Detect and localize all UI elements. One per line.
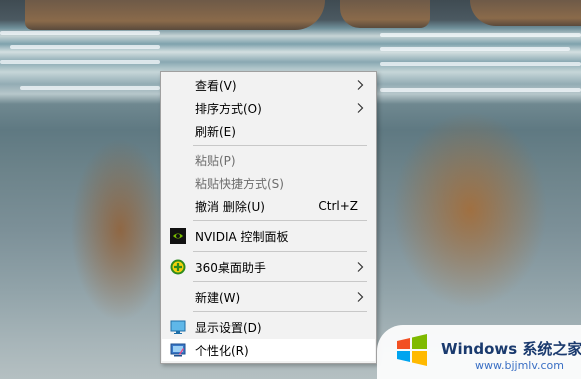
wallpaper-rock xyxy=(25,0,325,30)
wallpaper-rock xyxy=(340,0,430,28)
menu-separator xyxy=(193,311,367,312)
personalize-icon xyxy=(170,343,186,357)
360-icon xyxy=(170,259,186,275)
wallpaper-wave xyxy=(380,88,581,92)
watermark-badge: Windows 系统之家 www.bjjmlv.com xyxy=(377,325,581,379)
menu-item-paste-shortcut[interactable]: 粘贴快捷方式(S) xyxy=(162,172,375,194)
windows-logo-icon xyxy=(397,334,427,366)
menu-item-label: 新建(W) xyxy=(195,290,241,305)
chevron-right-icon xyxy=(357,262,364,272)
wallpaper-wave xyxy=(20,86,160,90)
menu-separator xyxy=(193,220,367,221)
menu-item-label: 撤消 删除(U) xyxy=(195,199,265,214)
menu-item-sort-by[interactable]: 排序方式(O) xyxy=(162,97,375,119)
menu-item-new[interactable]: 新建(W) xyxy=(162,286,375,308)
wallpaper-wave xyxy=(0,60,160,64)
menu-item-label: 360桌面助手 xyxy=(195,260,266,275)
menu-item-paste[interactable]: 粘贴(P) xyxy=(162,149,375,171)
menu-item-label: 个性化(R) xyxy=(195,343,249,358)
wallpaper-wave xyxy=(0,31,160,35)
watermark-title: Windows 系统之家 xyxy=(441,340,581,358)
wallpaper-wave xyxy=(380,47,570,51)
chevron-right-icon xyxy=(357,80,364,90)
menu-item-nvidia-control-panel[interactable]: NVIDIA 控制面板 xyxy=(162,225,375,247)
menu-item-shortcut: Ctrl+Z xyxy=(318,199,358,213)
menu-separator xyxy=(193,251,367,252)
menu-item-label: 显示设置(D) xyxy=(195,320,262,335)
menu-separator xyxy=(193,145,367,146)
wallpaper-rock xyxy=(470,0,581,26)
desktop-context-menu: 查看(V) 排序方式(O) 刷新(E) 粘贴(P) 粘贴快捷方式(S) 撤消 删… xyxy=(160,71,377,364)
menu-item-refresh[interactable]: 刷新(E) xyxy=(162,120,375,142)
display-icon xyxy=(170,320,186,334)
wallpaper-wave xyxy=(10,45,160,49)
menu-item-undo-delete[interactable]: 撤消 删除(U) Ctrl+Z xyxy=(162,195,375,217)
menu-item-label: 粘贴快捷方式(S) xyxy=(195,176,284,191)
chevron-right-icon xyxy=(357,292,364,302)
menu-item-360-desktop-assistant[interactable]: 360桌面助手 xyxy=(162,256,375,278)
menu-item-label: 刷新(E) xyxy=(195,124,236,139)
menu-item-label: 粘贴(P) xyxy=(195,153,236,168)
wallpaper-wave xyxy=(380,62,581,66)
menu-item-display-settings[interactable]: 显示设置(D) xyxy=(162,316,375,338)
watermark-url: www.bjjmlv.com xyxy=(475,359,564,372)
menu-item-label: 排序方式(O) xyxy=(195,101,262,116)
wallpaper-wave xyxy=(380,33,581,37)
menu-item-personalize[interactable]: 个性化(R) xyxy=(162,339,375,361)
menu-item-view[interactable]: 查看(V) xyxy=(162,74,375,96)
chevron-right-icon xyxy=(357,103,364,113)
menu-item-label: NVIDIA 控制面板 xyxy=(195,229,289,244)
nvidia-icon xyxy=(170,228,186,244)
menu-item-label: 查看(V) xyxy=(195,78,237,93)
menu-separator xyxy=(193,281,367,282)
